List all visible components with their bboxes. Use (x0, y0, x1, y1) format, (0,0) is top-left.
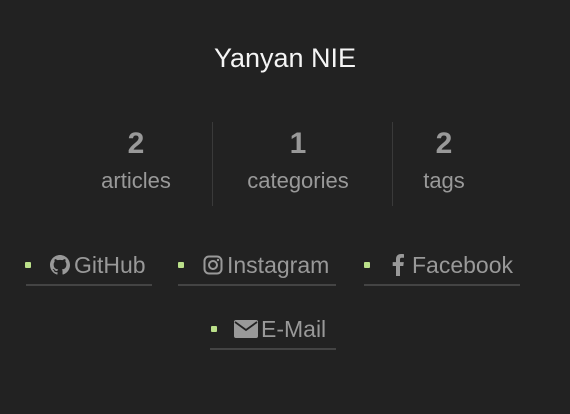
site-stats: 2 articles 1 categories 2 tags (0, 122, 570, 206)
github-link[interactable]: GitHub (26, 246, 152, 286)
stat-articles[interactable]: 2 articles (76, 122, 196, 206)
stats-divider (392, 122, 393, 206)
tags-label: tags (423, 168, 465, 193)
facebook-icon (392, 254, 404, 276)
github-icon (50, 255, 70, 275)
instagram-link[interactable]: Instagram (178, 246, 336, 286)
articles-label: articles (101, 168, 171, 193)
stats-divider (212, 122, 213, 206)
categories-count: 1 (289, 127, 307, 160)
instagram-icon (203, 255, 223, 275)
stat-tags[interactable]: 2 tags (404, 122, 484, 206)
stat-categories[interactable]: 1 categories (228, 122, 368, 206)
github-label: GitHub (74, 251, 146, 278)
facebook-label: Facebook (412, 251, 514, 278)
email-link[interactable]: E-Mail (210, 310, 336, 350)
tags-count: 2 (435, 127, 453, 160)
articles-count: 2 (127, 127, 145, 160)
facebook-link[interactable]: Facebook (364, 246, 520, 286)
author-name: Yanyan NIE (213, 43, 357, 73)
categories-label: categories (247, 168, 349, 193)
email-label: E-Mail (261, 315, 327, 342)
instagram-label: Instagram (227, 251, 330, 278)
envelope-icon (234, 320, 258, 338)
